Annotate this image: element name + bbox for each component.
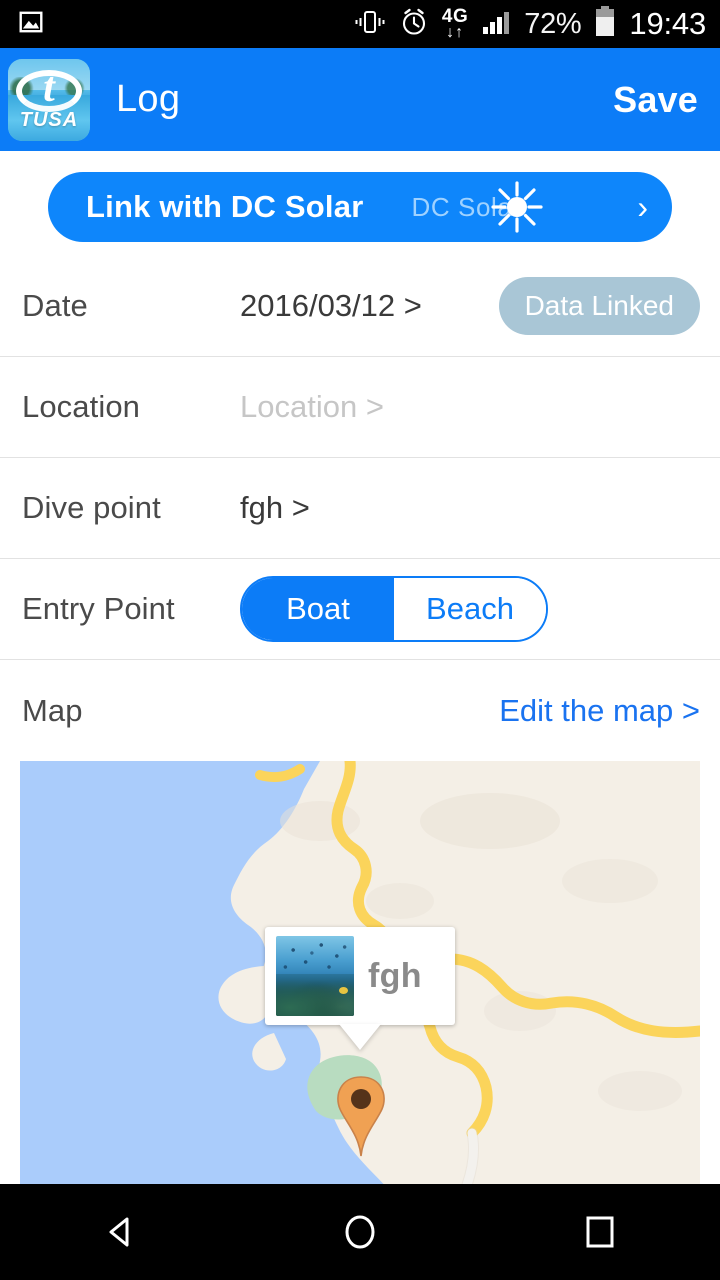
chevron-right-icon: › bbox=[637, 189, 648, 225]
network-traffic-arrows: ↓↑ bbox=[446, 24, 465, 41]
link-dc-solar-banner[interactable]: Link with DC Solar DC Solar › bbox=[48, 172, 672, 242]
signal-bars-icon bbox=[481, 8, 511, 41]
entry-point-segmented-control[interactable]: Boat Beach bbox=[240, 576, 548, 642]
tusa-app-icon: t TUSA bbox=[8, 58, 90, 141]
clock-label: 19:43 bbox=[629, 6, 706, 41]
app-icon-letter: t bbox=[43, 64, 55, 111]
map-callout[interactable]: fgh bbox=[265, 927, 455, 1050]
app-bar: t TUSA Log Save bbox=[0, 48, 720, 151]
back-button[interactable] bbox=[65, 1184, 175, 1280]
status-bar-left bbox=[18, 9, 44, 40]
map-callout-tail bbox=[339, 1024, 381, 1050]
row-location-label: Location bbox=[22, 389, 141, 424]
image-icon bbox=[18, 9, 44, 40]
row-date[interactable]: Date 2016/03/12 > Data Linked bbox=[0, 256, 720, 357]
network-type-indicator: 4G ↓↑ bbox=[442, 7, 468, 41]
segment-beach[interactable]: Beach bbox=[394, 578, 546, 640]
battery-percent-label: 72% bbox=[524, 7, 582, 40]
thumbnail-yellow-fish bbox=[339, 986, 348, 994]
home-button[interactable] bbox=[305, 1184, 415, 1280]
battery-icon bbox=[594, 5, 616, 43]
app-icon-wordmark: TUSA bbox=[19, 108, 79, 131]
sunburst-icon bbox=[490, 180, 544, 234]
data-linked-badge[interactable]: Data Linked bbox=[498, 277, 700, 335]
banner-label: Link with DC Solar bbox=[86, 189, 364, 224]
main-content: Link with DC Solar DC Solar › Date 2016/… bbox=[0, 151, 720, 1184]
dc-solar-logo: DC Solar bbox=[411, 181, 543, 233]
row-location[interactable]: Location Location > bbox=[0, 357, 720, 458]
row-entry-point-label: Entry Point bbox=[22, 591, 175, 626]
row-map: Map Edit the map > bbox=[0, 660, 720, 761]
row-date-value[interactable]: 2016/03/12 > bbox=[240, 288, 422, 324]
row-location-value[interactable]: Location > bbox=[240, 389, 384, 425]
map-pin-marker[interactable] bbox=[333, 1069, 389, 1157]
row-dive-point-label: Dive point bbox=[22, 490, 161, 525]
banner-container: Link with DC Solar DC Solar › bbox=[0, 151, 720, 256]
vibrate-icon bbox=[354, 8, 386, 41]
page-title: Log bbox=[116, 78, 181, 120]
thumbnail-reef-layer bbox=[276, 974, 354, 1016]
row-date-label: Date bbox=[22, 288, 88, 323]
status-bar: 4G ↓↑ 72% 19:43 bbox=[0, 0, 720, 48]
dive-site-thumbnail bbox=[276, 936, 354, 1016]
row-map-label: Map bbox=[22, 692, 83, 728]
row-entry-point: Entry Point Boat Beach bbox=[0, 559, 720, 660]
status-bar-right: 4G ↓↑ 72% 19:43 bbox=[354, 5, 706, 43]
row-dive-point[interactable]: Dive point fgh > bbox=[0, 458, 720, 559]
save-button[interactable]: Save bbox=[613, 79, 698, 121]
map-callout-box[interactable]: fgh bbox=[265, 927, 455, 1025]
edit-map-link[interactable]: Edit the map > bbox=[499, 693, 700, 729]
android-navigation-bar bbox=[0, 1184, 720, 1280]
row-dive-point-value[interactable]: fgh > bbox=[240, 490, 310, 526]
phone-screen: 4G ↓↑ 72% 19:43 t TUSA Log Save Link wit… bbox=[0, 0, 720, 1280]
map-callout-label: fgh bbox=[368, 956, 422, 995]
segment-boat[interactable]: Boat bbox=[242, 578, 394, 640]
alarm-clock-icon bbox=[399, 7, 429, 42]
recents-button[interactable] bbox=[545, 1184, 655, 1280]
